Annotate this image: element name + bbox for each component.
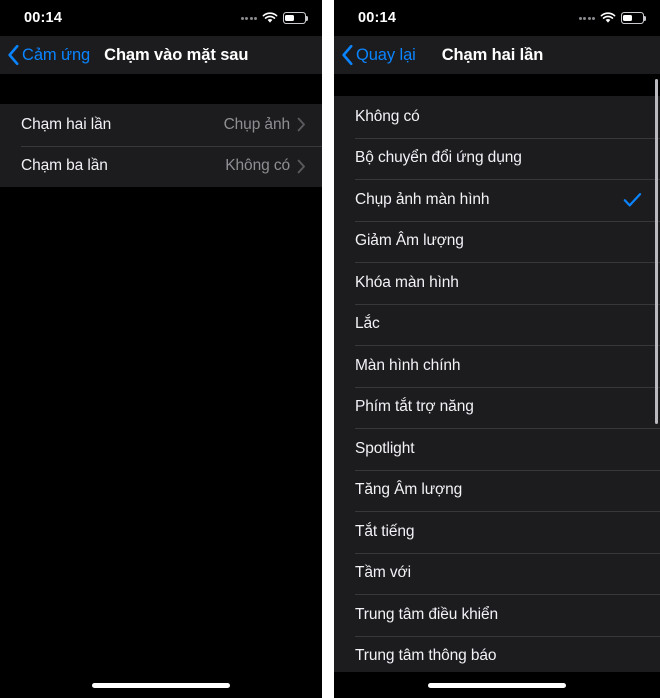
nav-bar-right: Quay lại Chạm hai lần bbox=[334, 36, 660, 74]
list-item-shake[interactable]: Lắc bbox=[334, 303, 660, 346]
double-tap-action-list: Không có Bộ chuyển đổi ứng dụng Chụp ảnh… bbox=[334, 96, 660, 677]
home-indicator-area-right bbox=[334, 672, 660, 698]
page-title-left: Chạm vào mặt sau bbox=[104, 45, 249, 64]
list-item-label: Trung tâm thông báo bbox=[355, 647, 497, 665]
list-item-label: Khóa màn hình bbox=[355, 273, 459, 291]
list-item-label: Chụp ảnh màn hình bbox=[355, 190, 490, 208]
checkmark-icon bbox=[623, 192, 642, 207]
chevron-right-icon bbox=[297, 159, 305, 174]
status-bar-indicators bbox=[578, 12, 647, 24]
list-item-value: Chụp ảnh bbox=[223, 115, 291, 133]
left-content: Chạm hai lần Chụp ảnh Chạm ba lần Không … bbox=[0, 74, 322, 698]
list-item-home-screen[interactable]: Màn hình chính bbox=[334, 345, 660, 387]
list-item-control-center[interactable]: Trung tâm điều khiển bbox=[334, 594, 660, 636]
home-indicator-area-left bbox=[0, 672, 322, 698]
status-bar-indicators bbox=[240, 12, 309, 24]
list-item-label: Tắt tiếng bbox=[355, 522, 415, 540]
list-item-khong-co[interactable]: Không có bbox=[334, 96, 660, 138]
wifi-icon bbox=[600, 12, 616, 23]
chevron-right-icon bbox=[297, 117, 305, 132]
list-item-reachability[interactable]: Tầm với bbox=[334, 552, 660, 595]
status-bar-clock: 00:14 bbox=[358, 10, 397, 26]
list-item-label: Lắc bbox=[355, 315, 380, 333]
list-item-value: Không có bbox=[225, 157, 290, 175]
list-item-volume-up[interactable]: Tăng Âm lượng bbox=[334, 469, 660, 512]
back-button-label-right: Quay lại bbox=[356, 45, 416, 64]
list-item-screenshot[interactable]: Chụp ảnh màn hình bbox=[334, 179, 660, 221]
list-item-double-tap[interactable]: Chạm hai lần Chụp ảnh bbox=[0, 104, 322, 146]
list-item-spotlight[interactable]: Spotlight bbox=[334, 428, 660, 470]
right-phone-screen: 00:14 Quay lại Chạm hai lần Không có Bộ … bbox=[334, 0, 660, 698]
vertical-scrollbar[interactable] bbox=[655, 79, 658, 424]
list-item-triple-tap[interactable]: Chạm ba lần Không có bbox=[0, 145, 322, 188]
list-item-label: Không có bbox=[355, 107, 420, 125]
list-item-label: Phím tắt trợ năng bbox=[355, 398, 474, 416]
list-item-label: Chạm ba lần bbox=[21, 157, 108, 175]
status-bar-right: 00:14 bbox=[334, 0, 660, 36]
left-phone-screen: 00:14 Cảm ứng Chạm vào mặt sau Chạm hai … bbox=[0, 0, 322, 698]
list-item-label: Tăng Âm lượng bbox=[355, 481, 463, 499]
top-spacer-left bbox=[0, 74, 322, 104]
list-item-label: Bộ chuyển đổi ứng dụng bbox=[355, 149, 522, 167]
back-tap-settings-list: Chạm hai lần Chụp ảnh Chạm ba lần Không … bbox=[0, 104, 322, 187]
list-item-mute[interactable]: Tắt tiếng bbox=[334, 511, 660, 553]
signal-dots-icon bbox=[578, 16, 595, 20]
battery-icon bbox=[283, 12, 309, 24]
status-bar-clock: 00:14 bbox=[24, 10, 63, 26]
screenshot-stage: 00:14 Cảm ứng Chạm vào mặt sau Chạm hai … bbox=[0, 0, 660, 698]
list-item-label: Tầm với bbox=[355, 564, 411, 582]
right-content: Không có Bộ chuyển đổi ứng dụng Chụp ảnh… bbox=[334, 74, 660, 698]
top-spacer-right bbox=[334, 74, 660, 96]
home-indicator-right[interactable] bbox=[428, 682, 566, 688]
list-item-label: Giảm Âm lượng bbox=[355, 232, 464, 250]
battery-icon bbox=[621, 12, 647, 24]
list-item-label: Spotlight bbox=[355, 439, 415, 457]
nav-bar-left: Cảm ứng Chạm vào mặt sau bbox=[0, 36, 322, 74]
home-indicator-left[interactable] bbox=[92, 682, 230, 688]
list-item-label: Chạm hai lần bbox=[21, 115, 112, 133]
page-title-right: Chạm hai lần bbox=[441, 45, 544, 64]
list-item-app-switcher[interactable]: Bộ chuyển đổi ứng dụng bbox=[334, 137, 660, 180]
list-item-notification-center[interactable]: Trung tâm thông báo bbox=[334, 635, 660, 678]
status-bar-left: 00:14 bbox=[0, 0, 322, 36]
list-item-label: Trung tâm điều khiển bbox=[355, 605, 499, 623]
back-button-label-left: Cảm ứng bbox=[22, 45, 91, 64]
list-item-lock-screen[interactable]: Khóa màn hình bbox=[334, 262, 660, 304]
chevron-left-icon bbox=[8, 44, 19, 66]
signal-dots-icon bbox=[240, 16, 257, 20]
panel-divider bbox=[322, 0, 334, 698]
wifi-icon bbox=[262, 12, 278, 23]
list-item-label: Màn hình chính bbox=[355, 356, 461, 374]
list-item-volume-down[interactable]: Giảm Âm lượng bbox=[334, 220, 660, 263]
list-item-accessibility-shortcut[interactable]: Phím tắt trợ năng bbox=[334, 386, 660, 429]
chevron-left-icon bbox=[342, 44, 353, 66]
back-button-left[interactable]: Cảm ứng bbox=[0, 44, 90, 66]
back-button-right[interactable]: Quay lại bbox=[334, 44, 416, 66]
